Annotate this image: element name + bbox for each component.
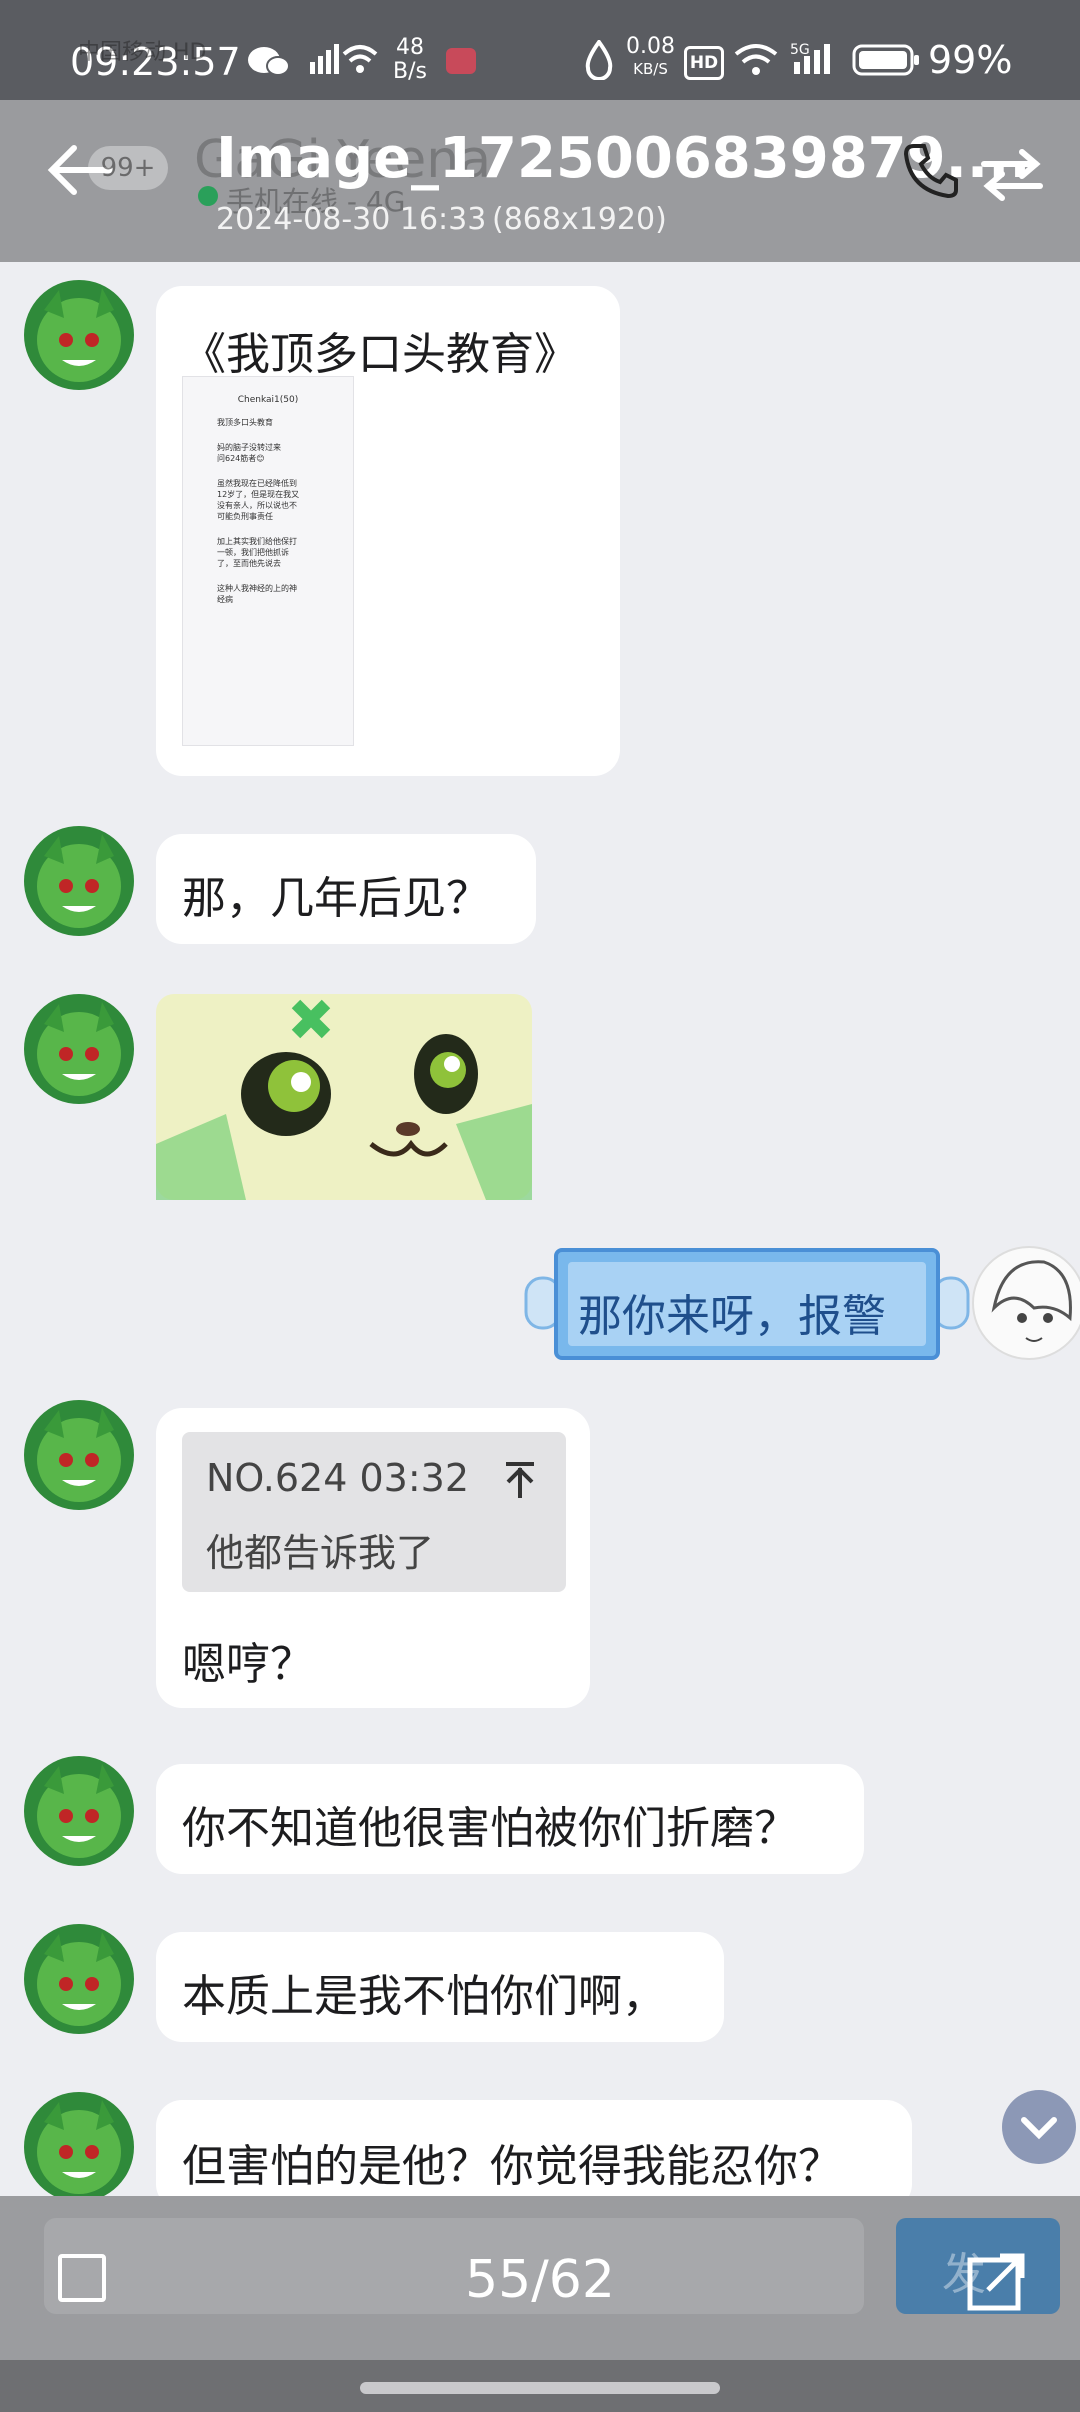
message-text: 《我顶多口头教育》 [182, 329, 578, 380]
embedded-line: 问624筋者😊 [217, 454, 265, 463]
phone-icon[interactable] [900, 140, 960, 200]
embedded-title: Chenkai1(50) [237, 395, 299, 405]
battery-percent: 99% [928, 38, 1013, 82]
app-notification-icon [446, 48, 476, 74]
scroll-to-bottom-button[interactable] [1002, 2090, 1076, 2164]
embedded-line: 加上其实我们给他保打 [217, 537, 297, 546]
share-icon[interactable] [966, 2252, 1026, 2312]
embedded-line: 了，至而他先说去 [217, 559, 281, 568]
embedded-line: 12岁了，但是现在我又 [217, 490, 300, 499]
net-speed-unit: B/s [393, 59, 427, 84]
data-speed-unit: KB/S [633, 60, 668, 78]
wifi-icon-left [342, 45, 378, 73]
message-text: 那，几年后见？ [182, 873, 490, 924]
my-message-text[interactable]: 那你来呀，报警 [578, 1280, 886, 1344]
avatar[interactable] [24, 994, 134, 1104]
chevron-down-icon [1021, 2117, 1057, 2140]
image-resolution: (868x1920) [492, 202, 667, 237]
online-dot [198, 186, 218, 206]
message-text: 本质上是我不怕你们啊， [182, 1971, 666, 2022]
jump-to-top-icon[interactable] [502, 1460, 538, 1500]
message-text: 你不知道他很害怕被你们折磨？ [182, 1803, 798, 1854]
wechat-icon [248, 44, 339, 76]
my-avatar[interactable] [972, 1246, 1080, 1360]
quote-header: NO.624 03:32 [206, 1456, 469, 1500]
home-indicator[interactable] [360, 2382, 720, 2394]
hd-badge: HD [684, 46, 724, 80]
message-text: 但害怕的是他？你觉得我能忍你？ [182, 2141, 842, 2192]
data-speed: 0.08 [626, 34, 675, 59]
embedded-chat-screenshot[interactable]: Chenkai1(50) 我顶多口头教育 妈的脑子没转过来 问624筋者😊 虽然… [182, 376, 354, 746]
avatar[interactable] [24, 826, 134, 936]
net-speed: 48 [395, 35, 424, 60]
embedded-line: 这种人我神经的上的神 [217, 584, 297, 593]
quote-text: 他都告诉我了 [206, 1531, 435, 1575]
embedded-line: 经病 [217, 595, 233, 604]
signal-5g-icon: 5G [790, 42, 830, 74]
avatar[interactable] [24, 1924, 134, 2034]
embedded-line: 没有亲人，所以说也不 [217, 501, 297, 510]
wifi-icon [734, 44, 778, 75]
embedded-line: 一顿，我们把他抓诉 [217, 548, 289, 557]
cat-sticker-image[interactable] [156, 994, 532, 1200]
switch-icon[interactable] [976, 144, 1048, 204]
avatar[interactable] [24, 1400, 134, 1510]
svg-text:5G: 5G [790, 42, 810, 58]
embedded-line: 可能负刑事责任 [217, 512, 273, 521]
embedded-line: 妈的脑子没转过来 [217, 443, 281, 452]
avatar[interactable] [24, 2092, 134, 2202]
embedded-line: 虽然我现在已经降低到 [217, 479, 297, 488]
message-text: 嗯哼？ [182, 1639, 314, 1690]
avatar[interactable] [24, 1756, 134, 1866]
embedded-line: 我顶多口头教育 [217, 418, 273, 427]
unread-badge: 99+ [88, 146, 168, 190]
battery-icon [852, 44, 919, 76]
carrier-ghost: 中国移动 HD [78, 40, 207, 65]
image-date: 2024-08-30 16:33 [216, 202, 487, 237]
drop-icon [585, 40, 613, 80]
avatar[interactable] [24, 280, 134, 390]
